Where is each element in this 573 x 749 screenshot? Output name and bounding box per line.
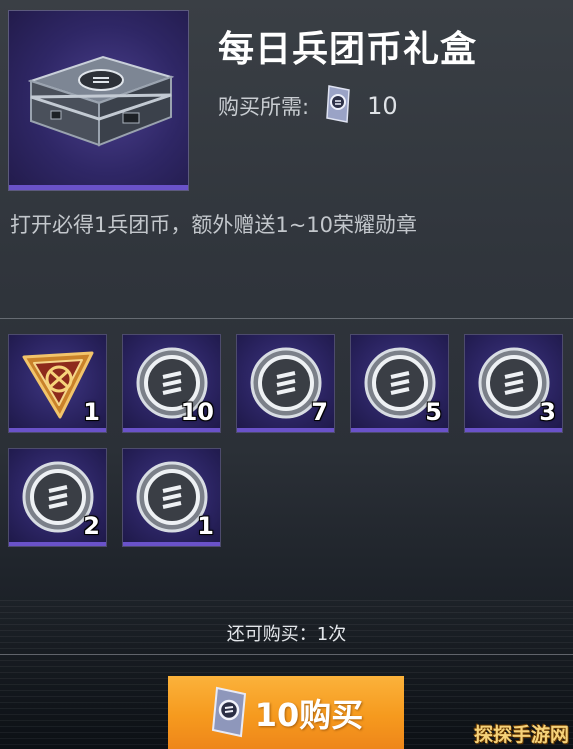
reward-quantity: 1 <box>197 512 214 540</box>
price-label: 购买所需: <box>218 95 310 119</box>
price-amount: 10 <box>367 92 398 120</box>
buy-button-label: 10购买 <box>254 695 364 734</box>
gift-box-icon <box>27 55 175 147</box>
reward-slot-honor-medal[interactable]: 10 <box>122 334 221 433</box>
reward-quantity: 10 <box>180 398 214 426</box>
reward-slot-legion-coin[interactable]: 1 <box>8 334 107 433</box>
reward-quantity: 1 <box>83 398 100 426</box>
divider-bottom <box>0 654 573 655</box>
reward-quantity: 5 <box>425 398 442 426</box>
buy-button[interactable]: 10购买 <box>168 676 404 749</box>
item-title: 每日兵团币礼盒 <box>218 29 478 70</box>
reward-quantity: 2 <box>83 512 100 540</box>
reward-slot-honor-medal[interactable]: 3 <box>464 334 563 433</box>
item-description: 打开必得1兵团币，额外赠送1~10荣耀勋章 <box>10 213 418 237</box>
reward-quantity: 3 <box>539 398 556 426</box>
watermark: 探探手游网 <box>473 724 569 746</box>
honor-medal-icon <box>323 84 353 128</box>
reward-slot-honor-medal[interactable]: 5 <box>350 334 449 433</box>
divider-top <box>0 318 573 319</box>
reward-slot-honor-medal[interactable]: 7 <box>236 334 335 433</box>
honor-medal-icon <box>209 686 249 741</box>
reward-slot-honor-medal[interactable]: 1 <box>122 448 221 547</box>
reward-quantity: 7 <box>311 398 328 426</box>
gift-box-image <box>8 10 189 191</box>
price-row: 购买所需: 10 <box>218 84 398 128</box>
reward-slot-honor-medal[interactable]: 2 <box>8 448 107 547</box>
remaining-purchases: 还可购买：1次 <box>226 624 347 645</box>
